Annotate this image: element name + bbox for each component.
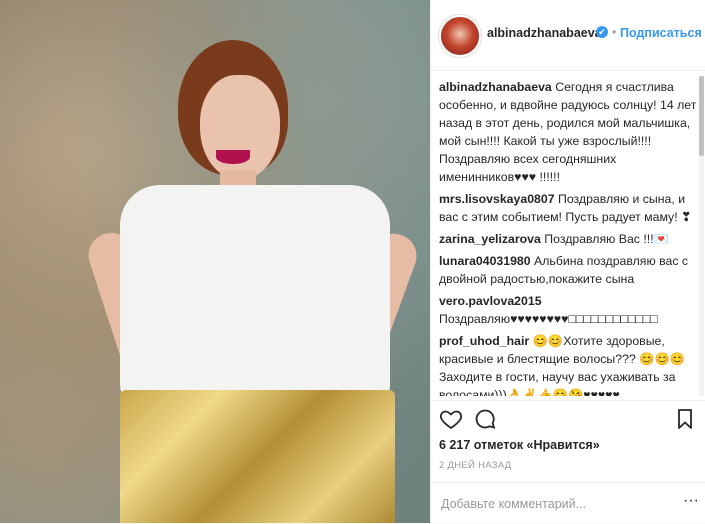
- list-item: vero.pavlova2015 Поздравляю♥♥♥♥♥♥♥♥□□□□□…: [439, 292, 697, 328]
- post-window: albinadzhanabaeva ✔ • Подписаться albina…: [0, 0, 705, 523]
- comment-text: Поздравляю♥♥♥♥♥♥♥♥□□□□□□□□□□□□: [439, 312, 658, 326]
- photo-face: [200, 75, 280, 180]
- more-options-icon[interactable]: ···: [683, 492, 699, 510]
- scrollbar-thumb[interactable]: [699, 76, 704, 156]
- comments-list[interactable]: albinadzhanabaeva Сегодня я счастлива ос…: [439, 78, 697, 396]
- verified-badge-icon: ✔: [596, 26, 608, 38]
- photo-skirt: [120, 390, 395, 523]
- avatar[interactable]: [439, 15, 481, 57]
- photo-shirt: [120, 185, 390, 405]
- comment-username[interactable]: albinadzhanabaeva: [439, 80, 552, 94]
- comment-icon[interactable]: [473, 407, 497, 431]
- comment-text: Сегодня я счастлива особенно, и вдвойне …: [439, 80, 697, 184]
- comment-username[interactable]: prof_uhod_hair: [439, 334, 529, 348]
- comment-username[interactable]: lunara04031980: [439, 254, 531, 268]
- comment-input[interactable]: [439, 492, 683, 516]
- bookmark-icon[interactable]: [673, 407, 697, 431]
- likes-count[interactable]: 6 217 отметок «Нравится»: [439, 438, 600, 452]
- list-item: lunara04031980 Альбина поздравляю вас с …: [439, 252, 697, 288]
- comment-username[interactable]: mrs.lisovskaya0807: [439, 192, 555, 206]
- add-comment-bar: ···: [431, 482, 705, 524]
- post-side-panel: albinadzhanabaeva ✔ • Подписаться albina…: [431, 0, 705, 523]
- photo-lips: [216, 150, 250, 164]
- list-item: zarina_yelizarova Поздравляю Вас !!!💌: [439, 230, 697, 248]
- header-username[interactable]: albinadzhanabaeva: [487, 26, 602, 40]
- follow-button[interactable]: Подписаться: [620, 26, 702, 40]
- post-actions: [431, 400, 705, 437]
- comment-text: Поздравляю Вас !!!💌: [544, 232, 669, 246]
- list-item: mrs.lisovskaya0807 Поздравляю и сына, и …: [439, 190, 697, 226]
- comment-username[interactable]: zarina_yelizarova: [439, 232, 541, 246]
- list-item: albinadzhanabaeva Сегодня я счастлива ос…: [439, 78, 697, 186]
- comment-username[interactable]: vero.pavlova2015: [439, 294, 542, 308]
- post-header: albinadzhanabaeva ✔ • Подписаться: [431, 0, 705, 71]
- post-photo[interactable]: [0, 0, 430, 523]
- heart-icon[interactable]: [439, 407, 463, 431]
- post-timestamp[interactable]: 2 ДНЕЙ НАЗАД: [439, 460, 512, 471]
- list-item: prof_uhod_hair 😊😊Хотите здоровые, красив…: [439, 332, 697, 396]
- separator-dot: •: [612, 25, 617, 39]
- comments-scrollbar[interactable]: [699, 76, 704, 396]
